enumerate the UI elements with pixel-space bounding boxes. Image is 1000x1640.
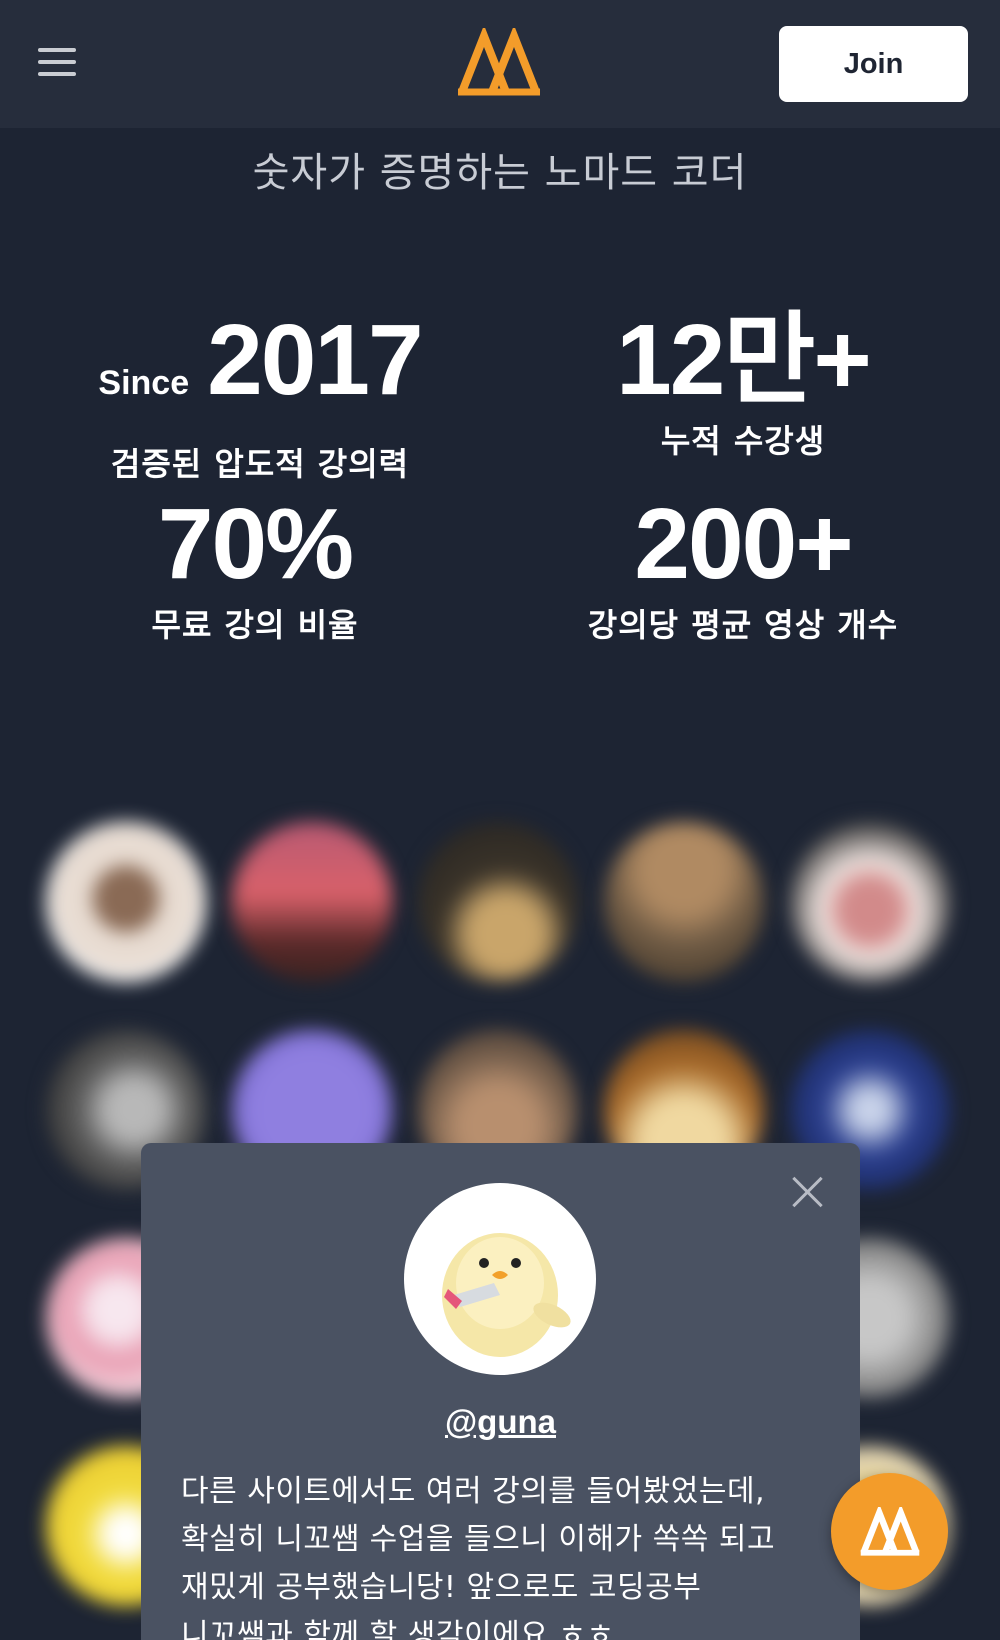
stat-students: 12만+ 누적 수강생: [543, 310, 943, 462]
top-nav: Join: [0, 0, 1000, 128]
review-text: 다른 사이트에서도 여러 강의를 들어봤었는데, 확실히 니꼬쌤 수업을 들으니…: [181, 1468, 821, 1640]
stat-videos: 200+ 강의당 평균 영상 개수: [543, 494, 943, 646]
review-username[interactable]: @guna: [141, 1403, 860, 1441]
stat-number: Since 2017: [98, 304, 423, 416]
section-subtitle: 숫자가 증명하는 노마드 코더: [252, 150, 748, 196]
avatar[interactable]: [790, 822, 950, 982]
stat-label: 검증된 압도적 강의력: [110, 445, 410, 483]
review-line: 니꼬쌤과 함께 할 생각이에요 ㅎㅎ: [181, 1618, 615, 1640]
nomad-logo-icon[interactable]: [456, 28, 542, 98]
review-line: 확실히 니꼬쌤 수업을 들으니 이해가 쏙쏙 되고: [181, 1522, 776, 1557]
stat-since: Since 2017 검증된 압도적 강의력: [60, 310, 460, 485]
chick-avatar-icon: [404, 1183, 596, 1375]
join-button[interactable]: Join: [779, 26, 968, 102]
stat-number: 70%: [157, 488, 354, 600]
chat-button[interactable]: [831, 1473, 948, 1590]
close-icon[interactable]: [791, 1175, 825, 1209]
chat-logo-icon: [860, 1507, 920, 1556]
hamburger-icon[interactable]: [38, 46, 76, 78]
stat-prefix: Since: [98, 364, 190, 402]
avatar[interactable]: [46, 822, 206, 982]
stat-label: 강의당 평균 영상 개수: [587, 606, 899, 644]
review-line: 다른 사이트에서도 여러 강의를 들어봤었는데,: [181, 1474, 766, 1509]
review-line: 재밌게 공부했습니당! 앞으로도 코딩공부: [181, 1570, 702, 1605]
stat-label: 누적 수강생: [660, 422, 826, 460]
avatar[interactable]: [232, 822, 392, 982]
stat-number: 12만+: [616, 304, 872, 416]
stat-label: 무료 강의 비율: [151, 606, 359, 644]
review-modal: @guna 다른 사이트에서도 여러 강의를 들어봤었는데, 확실히 니꼬쌤 수…: [141, 1143, 860, 1640]
avatar[interactable]: [418, 822, 578, 982]
avatar[interactable]: [604, 822, 764, 982]
stat-free-ratio: 70% 무료 강의 비율: [55, 494, 455, 646]
stat-number: 200+: [634, 488, 853, 600]
